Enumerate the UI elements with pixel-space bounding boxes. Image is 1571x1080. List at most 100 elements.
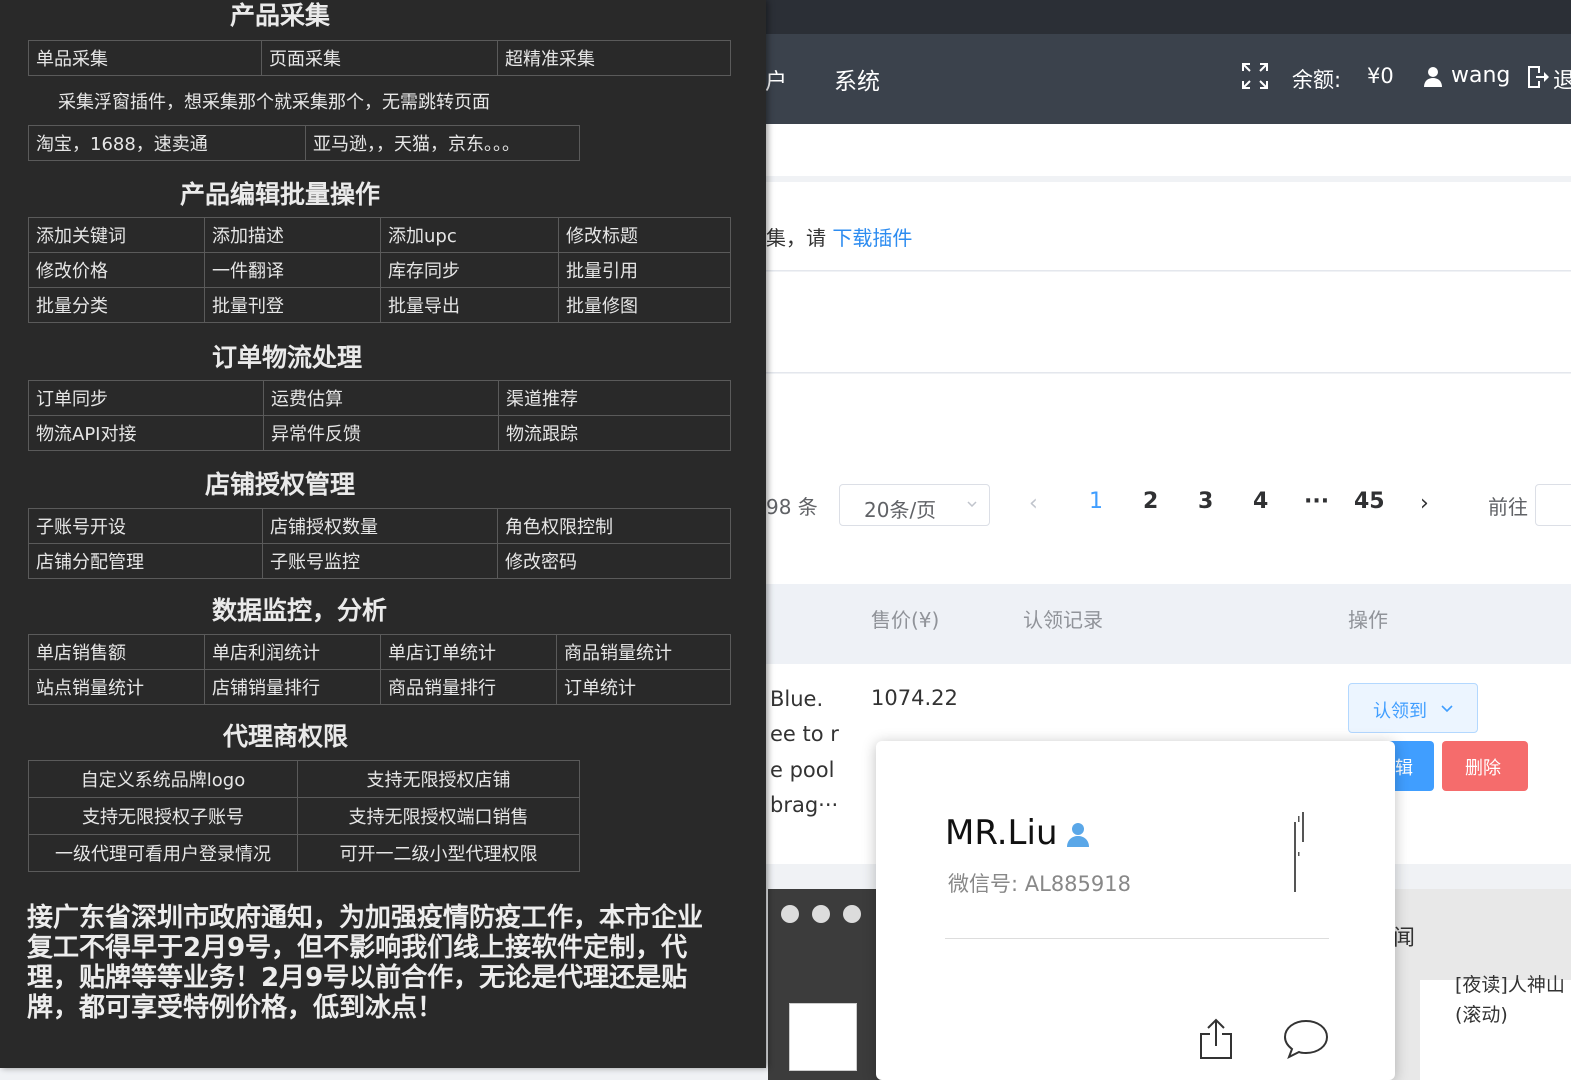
feature-cell: 订单同步 <box>28 380 264 416</box>
feature-table: 子账号开设 店铺授权数量 角色权限控制 店铺分配管理 子账号监控 修改密码 <box>28 508 731 579</box>
plugin-notice-text: 集，请 <box>766 226 833 250</box>
chevron-down-icon <box>1441 705 1453 713</box>
delete-button-label: 删除 <box>1465 758 1501 779</box>
epidemic-notice: 接广东省深圳市政府通知，为加强疫情防疫工作，本市企业复工不得早于2月9号，但不影… <box>27 903 704 1023</box>
section-title: 店铺授权管理 <box>205 470 356 499</box>
table-row: 一级代理可看用户登录情况 可开一二级小型代理权限 <box>28 834 580 872</box>
feature-cell: 批量导出 <box>380 287 559 323</box>
table-row: 支持无限授权子账号 支持无限授权端口销售 <box>28 797 580 835</box>
row-description-line: brag··· <box>770 793 839 817</box>
claim-button-label: 认领到 <box>1373 701 1427 722</box>
nav-item-fragment[interactable]: 户 <box>765 64 787 96</box>
feature-cell: 修改标题 <box>558 217 731 253</box>
logout-label[interactable]: 退 <box>1553 63 1571 95</box>
plugin-notice: 集，请 下载插件 <box>766 222 912 251</box>
agent-permission-table: 自定义系统品牌logo 支持无限授权店铺 支持无限授权子账号 支持无限授权端口销… <box>28 760 580 872</box>
feature-cell: 淘宝，1688，速卖通 <box>28 125 306 161</box>
filter-band <box>766 272 1571 373</box>
feature-cell: 页面采集 <box>261 40 498 76</box>
section-title: 产品编辑批量操作 <box>180 180 381 209</box>
collector-intro: 采集浮窗插件，想采集那个就采集那个，无需跳转页面 <box>58 92 490 113</box>
section-title: 产品采集 <box>230 1 331 30</box>
user-icon <box>1424 67 1442 87</box>
feature-cell: 批量引用 <box>558 252 731 288</box>
section-title: 订单物流处理 <box>212 343 363 372</box>
feature-cell: 一件翻译 <box>204 252 381 288</box>
table-row: 添加关键词 添加描述 添加upc 修改标题 <box>28 217 731 253</box>
feature-cell: 商品销量排行 <box>380 669 557 705</box>
nav-item-system[interactable]: 系统 <box>834 62 880 96</box>
row-description-line: ee to r <box>770 722 839 746</box>
download-plugin-link[interactable]: 下载插件 <box>832 226 912 250</box>
window-text-fragment: (滚动) <box>1455 1004 1508 1026</box>
prev-page-button[interactable]: ‹ <box>1029 491 1038 516</box>
feature-cell: 订单统计 <box>556 669 731 705</box>
window-maximize-button[interactable] <box>843 905 861 923</box>
feature-cell: 自定义系统品牌logo <box>28 760 298 798</box>
table-row: 订单同步 运费估算 渠道推荐 <box>28 380 731 416</box>
feature-cell: 批量刊登 <box>204 287 381 323</box>
next-page-button[interactable]: › <box>1420 491 1429 516</box>
feature-cell: 修改价格 <box>28 252 205 288</box>
table-row: 单品采集 页面采集 超精准采集 <box>28 40 731 76</box>
section-title: 数据监控，分析 <box>212 596 388 625</box>
table-row: 单店销售额 单店利润统计 单店订单统计 商品销量统计 <box>28 634 731 670</box>
feature-cell: 单品采集 <box>28 40 262 76</box>
feature-cell: 店铺销量排行 <box>204 669 381 705</box>
edit-button-label: 辑 <box>1395 758 1413 779</box>
feature-cell: 支持无限授权店铺 <box>297 760 580 798</box>
contact-name: MR.Liu <box>945 813 1058 853</box>
feature-cell: 站点销量统计 <box>28 669 205 705</box>
window-close-button[interactable] <box>781 905 799 923</box>
claim-dropdown-button[interactable]: 认领到 <box>1348 683 1478 733</box>
section-title: 代理商权限 <box>223 722 349 751</box>
page-button-1[interactable]: 1 <box>1089 489 1103 514</box>
feature-cell: 店铺授权数量 <box>262 508 498 544</box>
page-ellipsis[interactable]: ··· <box>1304 489 1329 514</box>
table-row: 修改价格 一件翻译 库存同步 批量引用 <box>28 252 731 288</box>
balance-value: ¥0 <box>1367 64 1394 88</box>
fullscreen-icon[interactable] <box>1241 62 1269 90</box>
column-header-price: 售价(¥) <box>871 608 940 632</box>
window-thumbnail[interactable] <box>789 1003 857 1071</box>
feature-cell: 亚马逊，，天猫，京东。。。 <box>305 125 580 161</box>
page-button-3[interactable]: 3 <box>1198 489 1213 514</box>
balance-label: 余额: <box>1292 68 1342 92</box>
feature-cell: 物流跟踪 <box>498 415 731 451</box>
logout-icon[interactable] <box>1527 65 1549 89</box>
feature-cell: 一级代理可看用户登录情况 <box>28 834 298 872</box>
pagination-band <box>766 374 1571 584</box>
vertical-calligraphy-image <box>1294 812 1304 892</box>
wechat-id: 微信号: AL885918 <box>948 872 1131 896</box>
page-size-select[interactable]: 20条/页 <box>839 484 990 526</box>
column-header-actions: 操作 <box>1348 608 1388 632</box>
feature-cell: 修改密码 <box>497 543 731 579</box>
feature-cell: 批量修图 <box>558 287 731 323</box>
username[interactable]: wang <box>1451 63 1510 88</box>
table-row: 批量分类 批量刊登 批量导出 批量修图 <box>28 287 731 323</box>
chevron-down-icon <box>967 501 977 507</box>
page-button-2[interactable]: 2 <box>1143 489 1158 514</box>
feature-cell: 物流API对接 <box>28 415 264 451</box>
table-row: 物流API对接 异常件反馈 物流跟踪 <box>28 415 731 451</box>
delete-button[interactable]: 删除 <box>1442 741 1528 791</box>
goto-page-input[interactable] <box>1535 484 1571 526</box>
page-button-45[interactable]: 45 <box>1354 489 1385 514</box>
window-minimize-button[interactable] <box>812 905 830 923</box>
feature-cell: 添加upc <box>380 217 559 253</box>
table-row: 淘宝，1688，速卖通 亚马逊，，天猫，京东。。。 <box>28 125 580 161</box>
feature-table: 单品采集 页面采集 超精准采集 <box>28 40 731 76</box>
comment-icon[interactable] <box>1283 1019 1329 1059</box>
feature-cell: 批量分类 <box>28 287 205 323</box>
table-row: 子账号开设 店铺授权数量 角色权限控制 <box>28 508 731 544</box>
window-text-fragment: 闻 <box>1393 926 1416 951</box>
page-button-4[interactable]: 4 <box>1253 489 1268 514</box>
feature-cell: 支持无限授权子账号 <box>28 797 298 835</box>
feature-cell: 添加关键词 <box>28 217 205 253</box>
feature-cell: 子账号开设 <box>28 508 263 544</box>
feature-cell: 运费估算 <box>263 380 499 416</box>
feature-panel: 产品采集 单品采集 页面采集 超精准采集 采集浮窗插件，想采集那个就采集那个，无… <box>0 0 766 1068</box>
person-icon <box>1067 823 1089 847</box>
feature-table: 订单同步 运费估算 渠道推荐 物流API对接 异常件反馈 物流跟踪 <box>28 380 731 451</box>
share-icon[interactable] <box>1199 1018 1233 1060</box>
